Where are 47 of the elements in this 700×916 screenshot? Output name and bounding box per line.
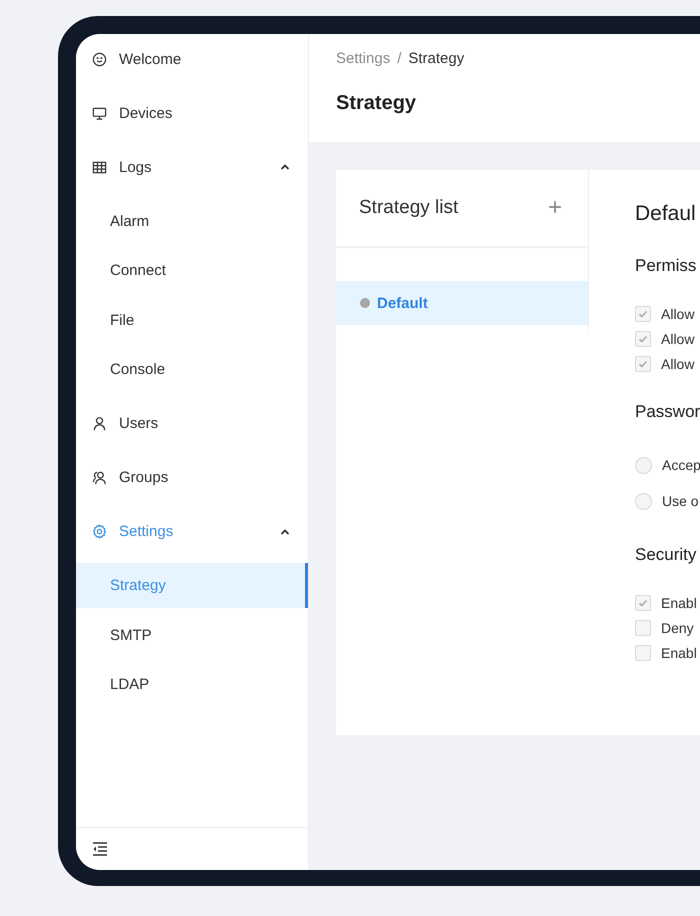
checkbox[interactable] [635,306,651,322]
radio-label: Accep [662,457,700,473]
breadcrumb-item: Strategy [408,49,464,69]
sidebar-item[interactable]: Console [76,347,308,392]
smile-icon [92,52,107,66]
checkbox[interactable] [635,356,651,372]
chevron-icon [280,528,290,534]
sidebar-item[interactable]: File [76,298,308,342]
sidebar-item[interactable]: Welcome [76,34,308,86]
checkbox[interactable] [635,594,651,610]
checkbox[interactable] [635,330,651,346]
radio-button[interactable] [635,456,652,474]
strategy-title: Defaul [635,201,697,227]
section-title: Security [635,544,698,566]
section-title: Passwor [635,401,700,423]
checkbox-label: Allow [661,330,694,346]
table-icon [92,160,107,174]
collapse-icon[interactable] [92,842,108,856]
chevron-icon [280,164,290,170]
checkbox[interactable] [635,620,651,636]
radio-button[interactable] [635,492,652,510]
breadcrumb-separator: / [397,49,402,69]
sidebar-item[interactable]: LDAP [76,662,308,707]
checkbox[interactable] [635,644,651,660]
page-title: Strategy [336,91,418,116]
section-title: Permiss [635,255,698,277]
sidebar-item[interactable]: Alarm [76,198,308,244]
radio-label: Use o [662,493,699,509]
checkbox-label: Allow [661,306,694,322]
sidebar-item[interactable]: Logs [76,140,308,194]
list-title: Strategy list [359,197,458,219]
sidebar-item[interactable]: Connect [76,248,308,293]
users-icon [92,470,107,485]
checkbox-label: Enabl [661,594,697,610]
sidebar-item[interactable]: SMTP [76,612,308,658]
checkbox-label: Allow [661,356,694,372]
checkbox-label: Deny [661,620,694,636]
user-icon [92,416,107,431]
sidebar-item[interactable]: Groups [76,450,308,504]
add-button[interactable]: + [548,196,562,220]
settings-icon [92,524,107,539]
checkbox-label: Enabl [661,644,697,660]
monitor-icon [92,106,107,120]
strategy-name: Default [377,294,428,312]
sidebar-item[interactable]: Users [76,396,308,450]
sidebar-item[interactable]: Devices [76,86,308,140]
status-dot [360,298,370,308]
